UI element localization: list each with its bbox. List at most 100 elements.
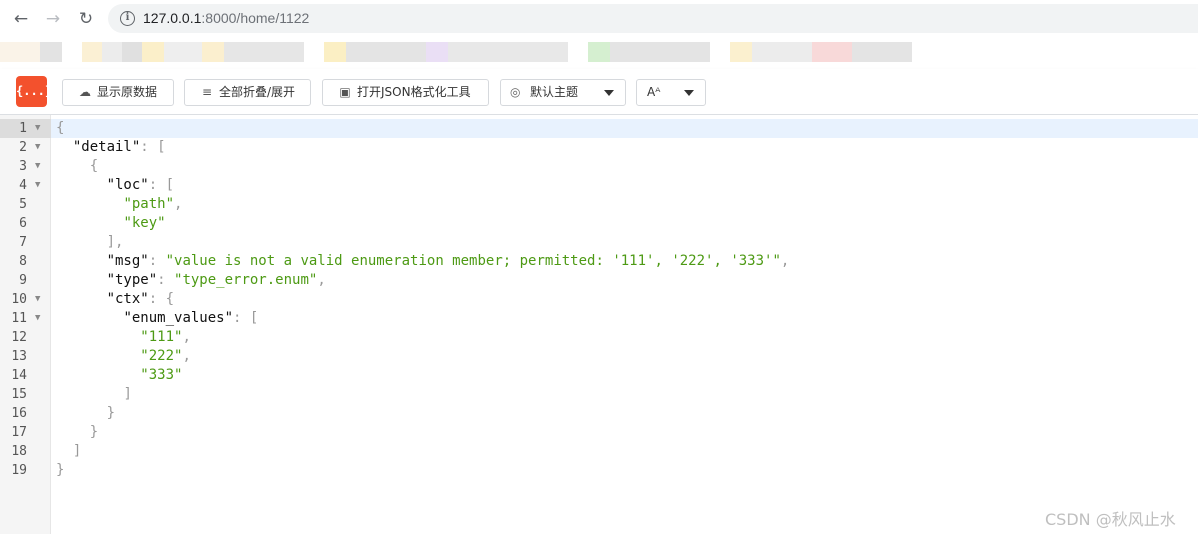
blurred-bookmark [40,42,62,62]
blurred-bookmark [224,42,304,62]
line-number: 13 [11,349,27,364]
code-text: "path", [123,195,182,214]
json-punctuation: : [ [233,310,259,326]
code-text: "ctx": { [107,290,174,309]
code-text: } [90,423,98,442]
line-number: 3 [19,159,27,174]
url-host: 127.0.0.1 [143,10,202,26]
fold-toggle-icon[interactable]: ▼ [35,290,40,309]
json-punctuation: , [174,196,183,212]
json-punctuation: ] [123,386,132,402]
code-text: "333" [140,366,182,385]
code-text: "detail": [ [73,138,166,157]
arrow-right-icon[interactable]: → [42,8,64,30]
code-text: "msg": "value is not a valid enumeration… [107,252,790,271]
line-number: 14 [11,368,27,383]
json-editor[interactable]: 1 ▼{2 ▼ "detail": [3 ▼{4 ▼ "loc": [5 "path", 6 "k… [0,115,1198,534]
code-line: 14 "333" [0,366,1198,385]
fold-all-label: 全部折叠/展开 [219,85,296,99]
blurred-bookmark [426,42,448,62]
fold-toggle-icon[interactable]: ▼ [35,157,40,176]
code-line: 4 ▼ "loc": [ [0,176,1198,195]
font-size-select[interactable]: Aᴬ [636,79,706,106]
json-string: "value is not a valid enumeration member… [165,253,781,269]
arrow-left-icon[interactable]: ← [10,8,32,30]
code-text: "key" [123,214,165,233]
json-punctuation: : [ [140,139,166,155]
json-punctuation: : [ [148,177,175,193]
code-text: "111", [140,328,191,347]
json-punctuation: , [182,348,191,364]
show-raw-data-label: 显示原数据 [97,85,158,99]
fold-toggle-icon[interactable]: ▼ [35,176,40,195]
url-text[interactable]: 127.0.0.1:8000/home/1122 [143,10,309,26]
line-number: 16 [11,406,27,421]
blurred-bookmark [82,42,102,62]
watermark: CSDN @秋风止水 [1045,510,1176,529]
json-punctuation: , [182,329,191,345]
code-text: } [56,461,64,480]
code-line: 16} [0,404,1198,423]
reload-icon[interactable]: ↻ [75,8,97,30]
line-number: 11 [11,311,27,326]
url-path: :8000/home/1122 [201,10,310,26]
blurred-bookmark [730,42,752,62]
json-string: "path" [123,196,175,212]
code-text: ] [123,385,131,404]
code-line: 17} [0,423,1198,442]
line-number: 9 [19,273,27,288]
chevron-down-icon [604,90,614,96]
line-number: 18 [11,444,27,459]
show-raw-data-button[interactable]: ☁ 显示原数据 [62,79,174,106]
json-punctuation: , [317,272,326,288]
blurred-bookmark [812,42,852,62]
code-line: 11 ▼ "enum_values": [ [0,309,1198,328]
json-punctuation: ] [72,443,82,459]
code-line: 3 ▼ { [0,157,1198,176]
line-number: 6 [19,216,27,231]
browser-chrome: ← → ↻ i 127.0.0.1:8000/home/1122 [0,0,1198,38]
blurred-bookmark [852,42,912,62]
line-number: 7 [19,235,27,250]
theme-select[interactable]: ◎ 默认主题 [500,79,626,106]
line-number: 8 [19,254,27,269]
fold-toggle-icon[interactable]: ▼ [35,309,40,328]
bookmarks-bar-blurred [0,38,1198,68]
json-punctuation: } [89,424,99,440]
code-line: 1 ▼ { [0,119,1198,138]
address-bar[interactable]: i 127.0.0.1:8000/home/1122 [108,4,1198,33]
json-punctuation: } [56,462,65,478]
code-text: "loc": [ [107,176,174,195]
code-text: } [107,404,115,423]
info-icon[interactable]: i [120,11,135,26]
blurred-bookmark [164,42,202,62]
fold-all-button[interactable]: ≡ 全部折叠/展开 [184,79,311,106]
blurred-bookmark [324,42,346,62]
code-line: 5 "path", [0,195,1198,214]
code-line: 6 "key" [0,214,1198,233]
open-json-tool-button[interactable]: ▣ 打开JSON格式化工具 [322,79,489,106]
json-string: "type_error.enum" [174,272,318,288]
line-number: 15 [11,387,27,402]
json-key: "loc" [106,177,149,193]
code-line: 13 "222", [0,347,1198,366]
extension-logo[interactable]: {...} [16,76,52,107]
line-number: 1 [19,121,27,136]
blurred-bookmark [752,42,812,62]
line-number: 12 [11,330,27,345]
blurred-bookmark [0,42,40,62]
code-text: "type": "type_error.enum", [107,271,326,290]
font-size-select-value: Aᴬ [647,85,661,99]
fold-toggle-icon[interactable]: ▼ [35,119,40,138]
fold-toggle-icon[interactable]: ▼ [35,138,40,157]
json-key: "enum_values" [123,310,234,326]
code-line: 19} [0,461,1198,480]
blurred-bookmark [448,42,568,62]
blurred-bookmark [142,42,164,62]
palette-icon: ◎ [510,85,521,99]
json-key: "detail" [72,139,141,155]
json-punctuation: { [56,120,65,136]
json-string: "111" [140,329,183,345]
line-number: 5 [19,197,27,212]
json-punctuation: : { [148,291,175,307]
